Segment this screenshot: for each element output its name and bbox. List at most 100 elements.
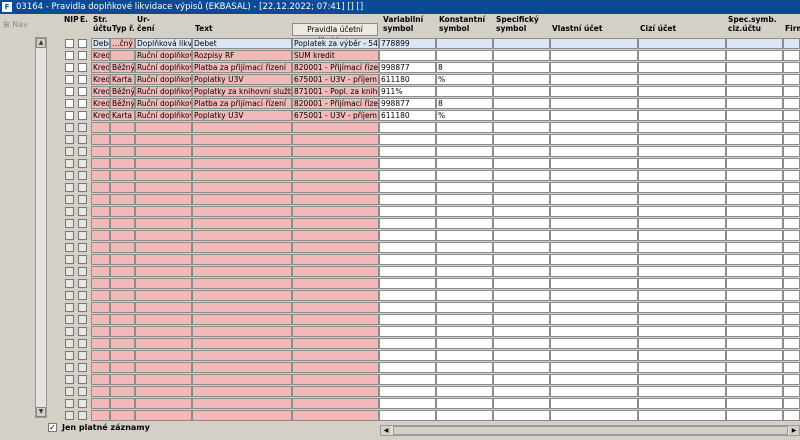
typ-cell[interactable] — [110, 398, 135, 409]
variabilni-cell[interactable] — [379, 146, 436, 157]
table-row[interactable] — [48, 385, 800, 397]
nip-checkbox[interactable] — [65, 219, 74, 228]
urceni-cell[interactable]: Doplňková likvid — [135, 38, 192, 49]
str-uctu-cell[interactable] — [91, 374, 110, 385]
vlastni-ucet-cell[interactable] — [550, 242, 638, 253]
table-row[interactable]: KredBěžnýRuční doplňkováPlatba za přijím… — [48, 97, 800, 109]
specificky-cell[interactable] — [493, 326, 550, 337]
cizi-ucet-cell[interactable] — [638, 326, 726, 337]
vlastni-ucet-cell[interactable] — [550, 278, 638, 289]
urceni-cell[interactable]: Ruční doplňková — [135, 110, 192, 121]
firma-cell[interactable] — [783, 362, 800, 373]
variabilni-cell[interactable] — [379, 170, 436, 181]
specificky-cell[interactable] — [493, 110, 550, 121]
typ-cell[interactable] — [110, 326, 135, 337]
spec-symb-cell[interactable] — [726, 50, 783, 61]
str-uctu-cell[interactable]: Kred — [91, 50, 110, 61]
spec-symb-cell[interactable] — [726, 110, 783, 121]
vlastni-ucet-cell[interactable] — [550, 386, 638, 397]
konstantni-cell[interactable] — [436, 386, 493, 397]
nip-checkbox[interactable] — [65, 375, 74, 384]
cizi-ucet-cell[interactable] — [638, 134, 726, 145]
variabilni-cell[interactable] — [379, 254, 436, 265]
firma-cell[interactable] — [783, 398, 800, 409]
variabilni-cell[interactable]: 611180 — [379, 110, 436, 121]
cizi-ucet-cell[interactable] — [638, 230, 726, 241]
text-cell[interactable] — [192, 194, 292, 205]
spec-symb-cell[interactable] — [726, 314, 783, 325]
typ-cell[interactable] — [110, 194, 135, 205]
variabilni-cell[interactable] — [379, 362, 436, 373]
pravidla-cell[interactable] — [292, 362, 379, 373]
firma-cell[interactable] — [783, 266, 800, 277]
cizi-ucet-cell[interactable] — [638, 254, 726, 265]
cizi-ucet-cell[interactable] — [638, 74, 726, 85]
vlastni-ucet-cell[interactable] — [550, 134, 638, 145]
e-checkbox[interactable] — [78, 243, 87, 252]
e-checkbox[interactable] — [78, 135, 87, 144]
vlastni-ucet-cell[interactable] — [550, 74, 638, 85]
specificky-cell[interactable] — [493, 302, 550, 313]
konstantni-cell[interactable]: 8 — [436, 98, 493, 109]
firma-cell[interactable] — [783, 374, 800, 385]
vertical-scrollbar[interactable]: ▲ ▼ — [35, 37, 47, 418]
urceni-cell[interactable] — [135, 386, 192, 397]
variabilni-cell[interactable] — [379, 350, 436, 361]
firma-cell[interactable] — [783, 134, 800, 145]
str-uctu-cell[interactable] — [91, 122, 110, 133]
konstantni-cell[interactable] — [436, 134, 493, 145]
text-cell[interactable] — [192, 254, 292, 265]
text-cell[interactable] — [192, 266, 292, 277]
variabilni-cell[interactable] — [379, 386, 436, 397]
str-uctu-cell[interactable] — [91, 290, 110, 301]
firma-cell[interactable] — [783, 170, 800, 181]
konstantni-cell[interactable] — [436, 122, 493, 133]
nip-checkbox[interactable] — [65, 171, 74, 180]
nip-checkbox[interactable] — [65, 183, 74, 192]
spec-symb-cell[interactable] — [726, 290, 783, 301]
table-row[interactable] — [48, 181, 800, 193]
e-checkbox[interactable] — [78, 255, 87, 264]
table-row[interactable]: Kred Ruční doplňkováRozpisy RFSUM kredit — [48, 49, 800, 61]
firma-cell[interactable] — [783, 146, 800, 157]
konstantni-cell[interactable] — [436, 206, 493, 217]
text-cell[interactable] — [192, 374, 292, 385]
table-row[interactable] — [48, 121, 800, 133]
specificky-cell[interactable] — [493, 50, 550, 61]
specificky-cell[interactable] — [493, 314, 550, 325]
pravidla-cell[interactable]: 820001 - Přijímací řízení - — [292, 98, 379, 109]
vlastni-ucet-cell[interactable] — [550, 302, 638, 313]
pravidla-cell[interactable] — [292, 410, 379, 421]
str-uctu-cell[interactable] — [91, 242, 110, 253]
cizi-ucet-cell[interactable] — [638, 50, 726, 61]
str-uctu-cell[interactable] — [91, 134, 110, 145]
pravidla-cell[interactable] — [292, 230, 379, 241]
e-checkbox[interactable] — [78, 183, 87, 192]
e-checkbox[interactable] — [78, 159, 87, 168]
text-cell[interactable]: Poplatky U3V — [192, 110, 292, 121]
variabilni-cell[interactable]: 998877 — [379, 62, 436, 73]
specificky-cell[interactable] — [493, 158, 550, 169]
urceni-cell[interactable]: Ruční doplňková — [135, 50, 192, 61]
urceni-cell[interactable] — [135, 302, 192, 313]
scroll-down-icon[interactable]: ▼ — [36, 407, 46, 417]
typ-cell[interactable] — [110, 182, 135, 193]
konstantni-cell[interactable]: % — [436, 74, 493, 85]
pravidla-cell[interactable] — [292, 206, 379, 217]
nav-button[interactable]: ⊞ Nav — [3, 20, 28, 29]
pravidla-cell[interactable] — [292, 278, 379, 289]
vlastni-ucet-cell[interactable] — [550, 170, 638, 181]
pravidla-cell[interactable] — [292, 218, 379, 229]
typ-cell[interactable] — [110, 314, 135, 325]
konstantni-cell[interactable]: 8 — [436, 62, 493, 73]
cizi-ucet-cell[interactable] — [638, 182, 726, 193]
urceni-cell[interactable] — [135, 206, 192, 217]
spec-symb-cell[interactable] — [726, 38, 783, 49]
text-cell[interactable] — [192, 182, 292, 193]
text-cell[interactable] — [192, 314, 292, 325]
konstantni-cell[interactable] — [436, 158, 493, 169]
spec-symb-cell[interactable] — [726, 230, 783, 241]
str-uctu-cell[interactable]: Kred — [91, 74, 110, 85]
firma-cell[interactable] — [783, 38, 800, 49]
urceni-cell[interactable] — [135, 158, 192, 169]
